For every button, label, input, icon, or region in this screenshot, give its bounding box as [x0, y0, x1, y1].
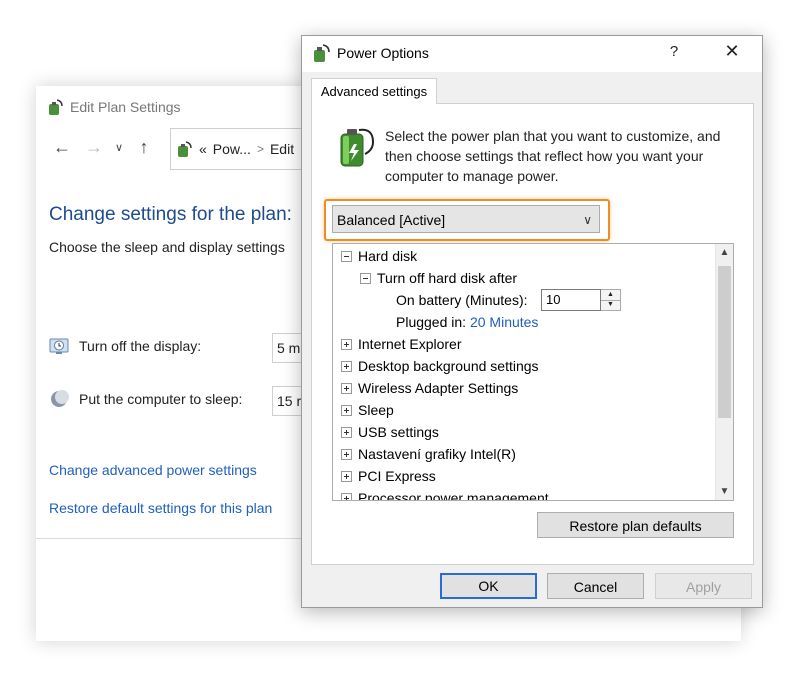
power-options-dialog: Power Options ? ✕ Advanced settings Sele…: [301, 35, 763, 608]
display-setting-row: Turn off the display:: [49, 336, 269, 356]
change-advanced-settings-link[interactable]: Change advanced power settings: [49, 462, 257, 478]
expand-icon[interactable]: [341, 404, 352, 416]
tree-item-label: Nastavení grafiky Intel(R): [358, 446, 516, 462]
power-options-icon: [314, 44, 330, 62]
sleep-moon-icon: [51, 390, 69, 407]
back-arrow-icon[interactable]: ←: [46, 137, 78, 158]
expand-icon[interactable]: [341, 382, 352, 394]
dialog-title: Power Options: [337, 45, 429, 61]
tree-item-label: Turn off hard disk after: [377, 270, 518, 286]
scroll-up-icon[interactable]: ▲: [716, 244, 733, 261]
divider: [36, 538, 303, 539]
tree-scrollbar[interactable]: ▲ ▼: [715, 244, 733, 500]
close-button[interactable]: ✕: [718, 41, 746, 62]
restore-plan-defaults-button[interactable]: Restore plan defaults: [537, 512, 734, 538]
power-plan-dropdown[interactable]: Balanced [Active] ∨: [332, 205, 600, 233]
tree-item-wireless-adapter[interactable]: Wireless Adapter Settings: [341, 377, 518, 399]
restore-default-settings-link[interactable]: Restore default settings for this plan: [49, 500, 272, 516]
navigation-bar: ← → ∨ ↑: [46, 132, 160, 162]
tree-item-processor-power[interactable]: Processor power management: [341, 487, 549, 501]
forward-arrow-icon[interactable]: →: [78, 137, 110, 158]
help-button[interactable]: ?: [664, 43, 684, 60]
apply-button[interactable]: Apply: [655, 573, 752, 599]
back-window-title: Edit Plan Settings: [70, 99, 181, 115]
spin-down-icon[interactable]: ▼: [601, 300, 620, 310]
settings-tree[interactable]: Hard disk Turn off hard disk after On ba…: [332, 243, 734, 501]
page-subtext: Choose the sleep and display settings: [49, 239, 285, 255]
tree-item-label: Sleep: [358, 402, 394, 418]
expand-icon[interactable]: [341, 426, 352, 438]
display-label: Turn off the display:: [79, 338, 202, 354]
tree-item-label: Internet Explorer: [358, 336, 462, 352]
display-clock-icon: [49, 338, 69, 354]
back-window-titlebar: Edit Plan Settings: [46, 96, 181, 118]
scrollbar-thumb[interactable]: [718, 266, 731, 418]
collapse-icon[interactable]: [360, 272, 371, 284]
ok-button[interactable]: OK: [440, 573, 537, 599]
on-battery-minutes-input[interactable]: 10: [541, 289, 601, 311]
expand-icon[interactable]: [341, 470, 352, 482]
tree-item-label: PCI Express: [358, 468, 436, 484]
control-panel-icon: [178, 141, 192, 157]
tree-item-label: Desktop background settings: [358, 358, 539, 374]
scroll-down-icon[interactable]: ▼: [716, 483, 733, 500]
power-plan-dropdown-value: Balanced [Active]: [337, 212, 446, 228]
address-crumb-power[interactable]: Pow...: [213, 141, 251, 157]
tree-item-hard-disk[interactable]: Hard disk: [341, 245, 417, 267]
up-arrow-icon[interactable]: ↑: [128, 137, 160, 158]
page-heading: Change settings for the plan:: [49, 204, 292, 225]
tree-item-internet-explorer[interactable]: Internet Explorer: [341, 333, 462, 355]
expand-icon[interactable]: [341, 492, 352, 500]
cancel-button[interactable]: Cancel: [547, 573, 644, 599]
address-crumb-edit[interactable]: Edit: [270, 141, 294, 157]
tree-item-turn-off-hard-disk[interactable]: Turn off hard disk after: [360, 267, 517, 289]
battery-plug-icon: [340, 128, 375, 167]
recent-chevron-icon[interactable]: ∨: [110, 141, 128, 154]
tree-item-label: Wireless Adapter Settings: [358, 380, 519, 396]
plugged-in-row: Plugged in: 20 Minutes: [396, 311, 538, 333]
tree-item-usb-settings[interactable]: USB settings: [341, 421, 439, 443]
tree-item-sleep[interactable]: Sleep: [341, 399, 394, 421]
power-plan-icon: [49, 99, 63, 115]
tab-advanced-settings[interactable]: Advanced settings: [311, 78, 437, 104]
plugged-in-value[interactable]: 20 Minutes: [470, 314, 538, 330]
tree-item-pci-express[interactable]: PCI Express: [341, 465, 436, 487]
address-separator: >: [256, 142, 264, 156]
chevron-down-icon: ∨: [583, 213, 592, 227]
tree-item-intel-graphics[interactable]: Nastavení grafiky Intel(R): [341, 443, 516, 465]
spinner-buttons[interactable]: ▲ ▼: [601, 289, 621, 311]
tree-item-label: Hard disk: [358, 248, 418, 264]
address-prefix[interactable]: «: [199, 141, 207, 157]
plugged-in-label: Plugged in:: [396, 314, 467, 330]
tree-item-desktop-background[interactable]: Desktop background settings: [341, 355, 539, 377]
tree-item-label: Processor power management: [358, 490, 549, 501]
on-battery-minutes-spinner[interactable]: 10 ▲ ▼: [541, 289, 623, 311]
expand-icon[interactable]: [341, 338, 352, 350]
expand-icon[interactable]: [341, 448, 352, 460]
sleep-setting-row: Put the computer to sleep:: [49, 389, 269, 409]
collapse-icon[interactable]: [341, 250, 352, 262]
on-battery-label: On battery (Minutes):: [396, 292, 528, 308]
expand-icon[interactable]: [341, 360, 352, 372]
sleep-label: Put the computer to sleep:: [79, 391, 243, 407]
plan-description: Select the power plan that you want to c…: [385, 128, 721, 184]
tree-item-label: USB settings: [358, 424, 439, 440]
advanced-settings-panel: Select the power plan that you want to c…: [311, 103, 754, 565]
dialog-titlebar: Power Options ? ✕: [302, 36, 762, 72]
